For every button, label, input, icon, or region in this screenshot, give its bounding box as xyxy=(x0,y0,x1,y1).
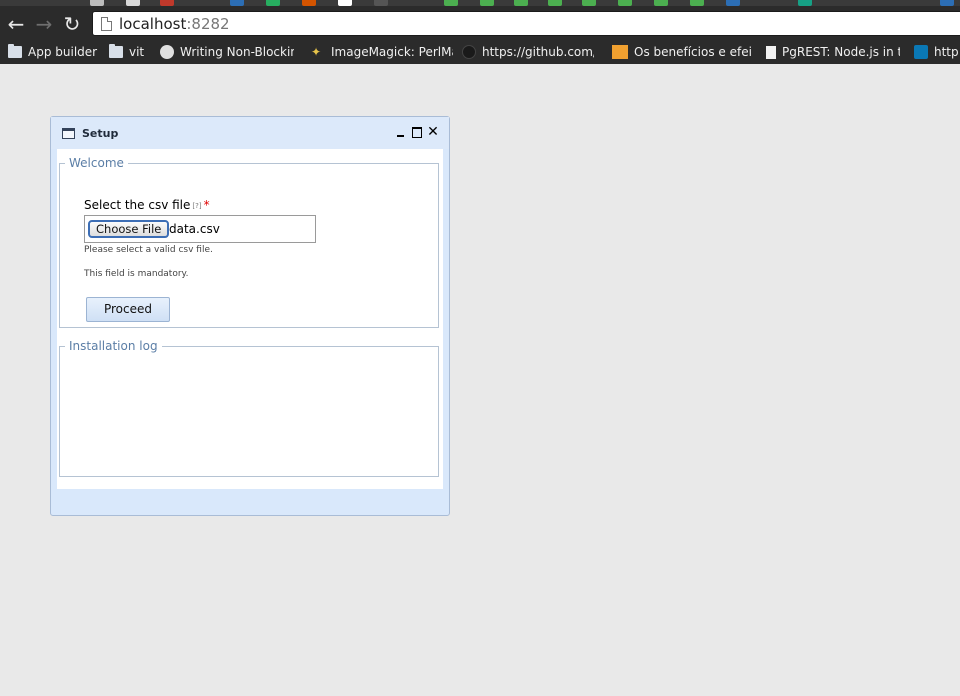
bookmark-label: Os benefícios e efeit xyxy=(634,45,752,59)
minimize-icon[interactable] xyxy=(395,126,407,138)
csv-file-label: Select the csv file [?] * xyxy=(84,198,210,212)
back-arrow-icon[interactable]: ← xyxy=(6,14,26,34)
welcome-legend: Welcome xyxy=(69,156,124,170)
window-icon xyxy=(62,128,75,139)
selected-file-name: data.csv xyxy=(169,222,220,236)
forward-arrow-icon[interactable]: → xyxy=(34,14,54,34)
bookmark-vit[interactable]: vit xyxy=(109,44,144,60)
bookmark-imagemagick[interactable]: ✦ ImageMagick: PerlMa xyxy=(311,44,453,60)
github-icon xyxy=(462,45,476,59)
folder-icon xyxy=(8,44,22,58)
bookmark-app-builder[interactable]: App builder xyxy=(8,44,97,60)
window-body: Welcome Select the csv file [?] * Choose F… xyxy=(57,149,443,489)
wand-icon: ✦ xyxy=(311,45,322,59)
bookmark-label: App builder xyxy=(28,45,98,59)
site-icon xyxy=(160,45,174,59)
csv-file-label-text: Select the csv file xyxy=(84,198,191,212)
bookmark-writing-non-blocking[interactable]: Writing Non-Blocking xyxy=(160,44,294,60)
bookmark-label: Writing Non-Blocking xyxy=(180,45,294,59)
installation-log-fieldset: Installation log xyxy=(59,339,439,477)
url-port: :8282 xyxy=(186,15,230,33)
required-marker: * xyxy=(203,198,210,212)
url-host: localhost xyxy=(119,15,187,33)
bookmark-label: http: xyxy=(934,45,960,59)
page-icon xyxy=(766,45,776,59)
browser-toolbar: ← → ↻ localhost:8282 xyxy=(0,6,960,40)
page-icon xyxy=(101,17,112,31)
folder-icon xyxy=(109,44,123,58)
bookmark-pgrest[interactable]: PgREST: Node.js in th xyxy=(766,44,900,60)
bookmarks-bar: App builder vit Writing Non-Blocking ✦ I… xyxy=(0,40,960,64)
setup-window: Setup ✕ Welcome Select the csv file [?] * … xyxy=(50,116,450,516)
invalid-file-hint: Please select a valid csv file. xyxy=(84,245,213,255)
help-marker[interactable]: [?] xyxy=(192,202,201,210)
bookmark-github[interactable]: https://github.com/in xyxy=(462,44,594,60)
installation-log-legend: Installation log xyxy=(69,339,158,353)
linkedin-icon xyxy=(914,45,928,59)
window-title: Setup xyxy=(82,127,119,140)
close-icon[interactable]: ✕ xyxy=(427,125,439,139)
site-icon xyxy=(612,45,628,59)
reload-icon[interactable]: ↻ xyxy=(62,14,82,34)
window-tools: ✕ xyxy=(395,125,439,139)
welcome-fieldset: Welcome Select the csv file [?] * Choose F… xyxy=(59,156,439,328)
address-bar[interactable]: localhost:8282 xyxy=(92,11,960,36)
mandatory-field-hint: This field is mandatory. xyxy=(84,269,189,279)
bookmark-label: vit xyxy=(129,45,145,59)
bookmark-os-beneficios[interactable]: Os benefícios e efeit xyxy=(612,44,752,60)
bookmark-label: ImageMagick: PerlMa xyxy=(331,45,453,59)
window-header[interactable]: Setup ✕ xyxy=(51,117,449,149)
proceed-button[interactable]: Proceed xyxy=(86,297,170,322)
address-url: localhost:8282 xyxy=(119,15,230,33)
bookmark-label: PgREST: Node.js in th xyxy=(782,45,900,59)
csv-file-input[interactable]: Choose File data.csv xyxy=(84,215,316,243)
bookmark-label: https://github.com/in xyxy=(482,45,594,59)
maximize-icon[interactable] xyxy=(411,126,423,138)
bookmark-linkedin[interactable]: http: xyxy=(914,44,960,60)
choose-file-button[interactable]: Choose File xyxy=(88,220,170,238)
